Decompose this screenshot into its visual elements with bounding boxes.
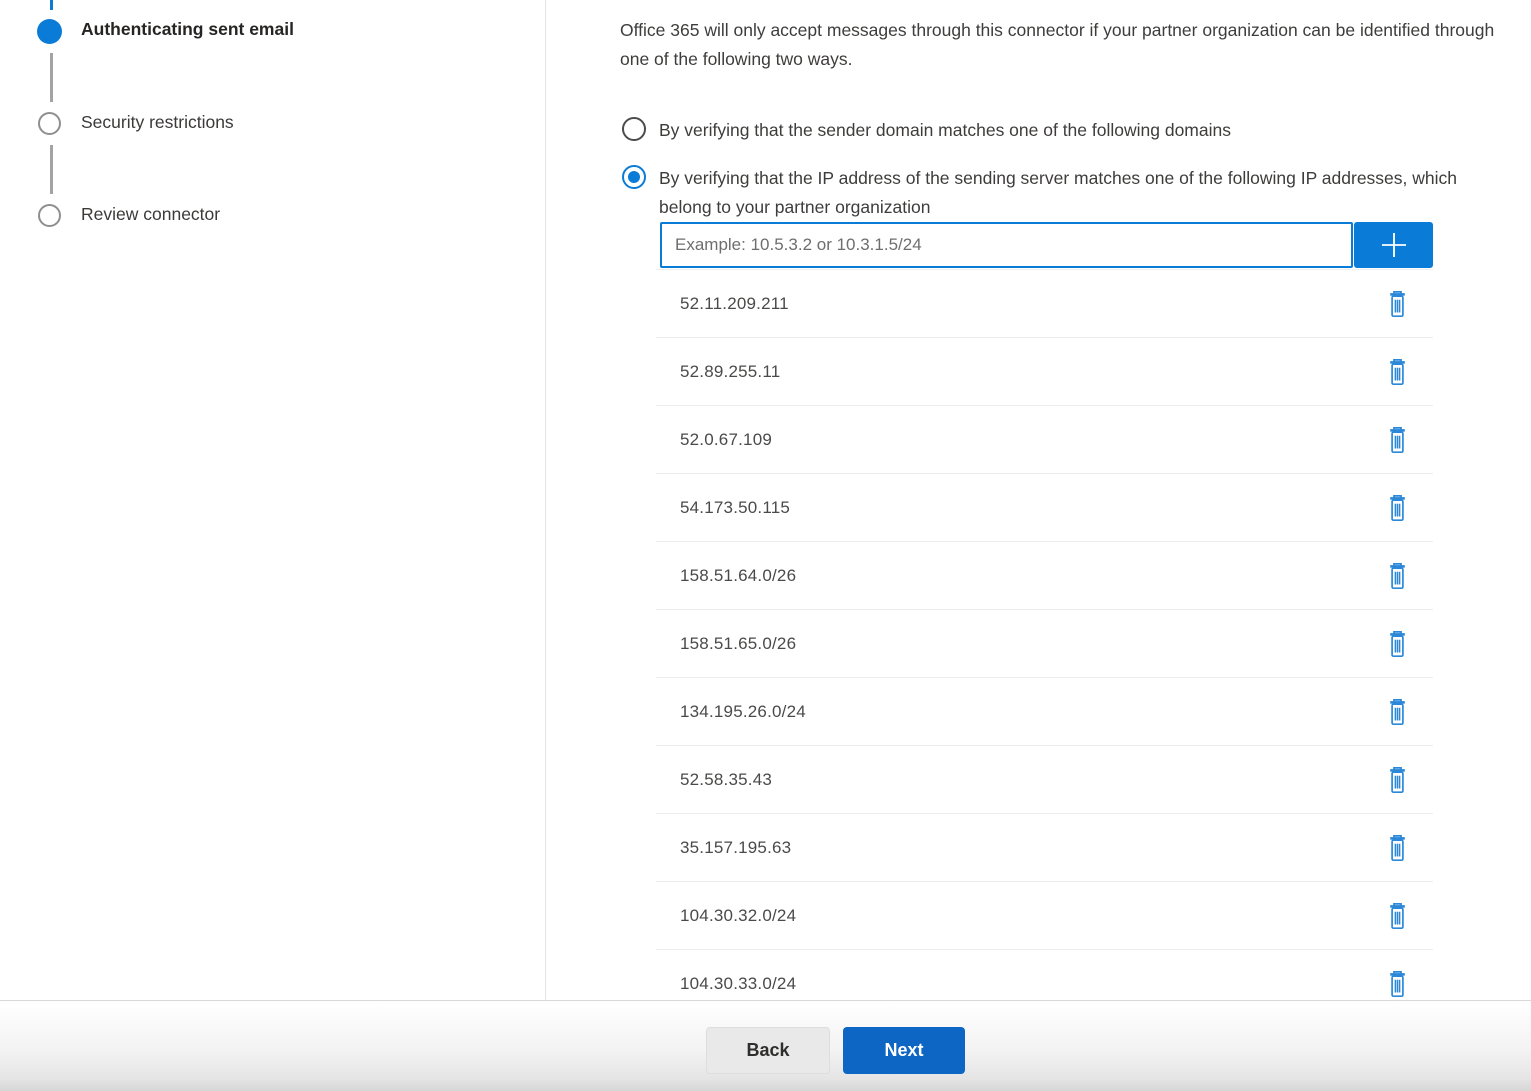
wizard-stepper: Authenticating sent email Security restr… [0, 0, 546, 1000]
delete-ip-button[interactable] [1376, 827, 1418, 869]
ip-address: 158.51.64.0/26 [680, 566, 796, 586]
connector-wizard-page: Authenticating sent email Security restr… [0, 0, 1531, 1091]
ip-row: 158.51.64.0/26 [656, 542, 1433, 610]
delete-ip-button[interactable] [1376, 623, 1418, 665]
ip-address: 35.157.195.63 [680, 838, 791, 858]
delete-ip-button[interactable] [1376, 283, 1418, 325]
ip-address: 52.58.35.43 [680, 770, 772, 790]
trash-icon [1386, 494, 1409, 522]
delete-ip-button[interactable] [1376, 419, 1418, 461]
step-label-review-connector: Review connector [81, 204, 220, 225]
trash-icon [1386, 630, 1409, 658]
delete-ip-button[interactable] [1376, 895, 1418, 937]
radio-option-sender-domain[interactable]: By verifying that the sender domain matc… [622, 116, 1231, 145]
ip-row: 35.157.195.63 [656, 814, 1433, 882]
ip-row: 52.11.209.211 [656, 270, 1433, 338]
ip-row: 134.195.26.0/24 [656, 678, 1433, 746]
trash-icon [1386, 562, 1409, 590]
step-connector-top [50, 0, 53, 10]
radio-button[interactable] [622, 165, 646, 189]
back-button[interactable]: Back [706, 1027, 830, 1074]
ip-address: 134.195.26.0/24 [680, 702, 806, 722]
ip-address: 52.11.209.211 [680, 294, 789, 314]
ip-address: 158.51.65.0/26 [680, 634, 796, 654]
page-description: Office 365 will only accept messages thr… [620, 16, 1500, 73]
delete-ip-button[interactable] [1376, 759, 1418, 801]
delete-ip-button[interactable] [1376, 555, 1418, 597]
trash-icon [1386, 358, 1409, 386]
plus-icon [1377, 228, 1411, 262]
delete-ip-button[interactable] [1376, 691, 1418, 733]
trash-icon [1386, 902, 1409, 930]
step-connector-line [50, 145, 53, 194]
trash-icon [1386, 426, 1409, 454]
step-label-authenticating-sent-email: Authenticating sent email [81, 19, 294, 40]
add-ip-button[interactable] [1354, 222, 1433, 268]
radio-option-ip-address[interactable]: By verifying that the IP address of the … [622, 164, 1479, 221]
radio-option-label[interactable]: By verifying that the sender domain matc… [659, 116, 1231, 145]
ip-row: 104.30.32.0/24 [656, 882, 1433, 950]
ip-row: 52.89.255.11 [656, 338, 1433, 406]
next-button[interactable]: Next [843, 1027, 965, 1074]
trash-icon [1386, 766, 1409, 794]
trash-icon [1386, 834, 1409, 862]
ip-input-group [660, 222, 1433, 268]
wizard-footer: Back Next [0, 1000, 1531, 1091]
trash-icon [1386, 970, 1409, 998]
ip-address-list: 52.11.209.211 52.89.255.11 [656, 269, 1433, 1000]
ip-row: 52.58.35.43 [656, 746, 1433, 814]
step-indicator-security-restrictions [38, 112, 61, 135]
ip-address-input[interactable] [660, 222, 1353, 268]
trash-icon [1386, 698, 1409, 726]
radio-option-label[interactable]: By verifying that the IP address of the … [659, 164, 1479, 221]
step-label-security-restrictions: Security restrictions [81, 112, 234, 133]
ip-row: 158.51.65.0/26 [656, 610, 1433, 678]
ip-address: 52.89.255.11 [680, 362, 780, 382]
trash-icon [1386, 290, 1409, 318]
ip-row: 54.173.50.115 [656, 474, 1433, 542]
delete-ip-button[interactable] [1376, 351, 1418, 393]
delete-ip-button[interactable] [1376, 487, 1418, 529]
step-indicator-review-connector [38, 204, 61, 227]
ip-row: 104.30.33.0/24 [656, 950, 1433, 1000]
ip-address: 54.173.50.115 [680, 498, 790, 518]
step-indicator-authenticating-sent-email [37, 19, 62, 44]
radio-button[interactable] [622, 117, 646, 141]
step-connector-line [50, 53, 53, 102]
ip-address: 52.0.67.109 [680, 430, 772, 450]
ip-address: 104.30.33.0/24 [680, 974, 796, 994]
delete-ip-button[interactable] [1376, 963, 1418, 1001]
ip-row: 52.0.67.109 [656, 406, 1433, 474]
ip-address: 104.30.32.0/24 [680, 906, 796, 926]
